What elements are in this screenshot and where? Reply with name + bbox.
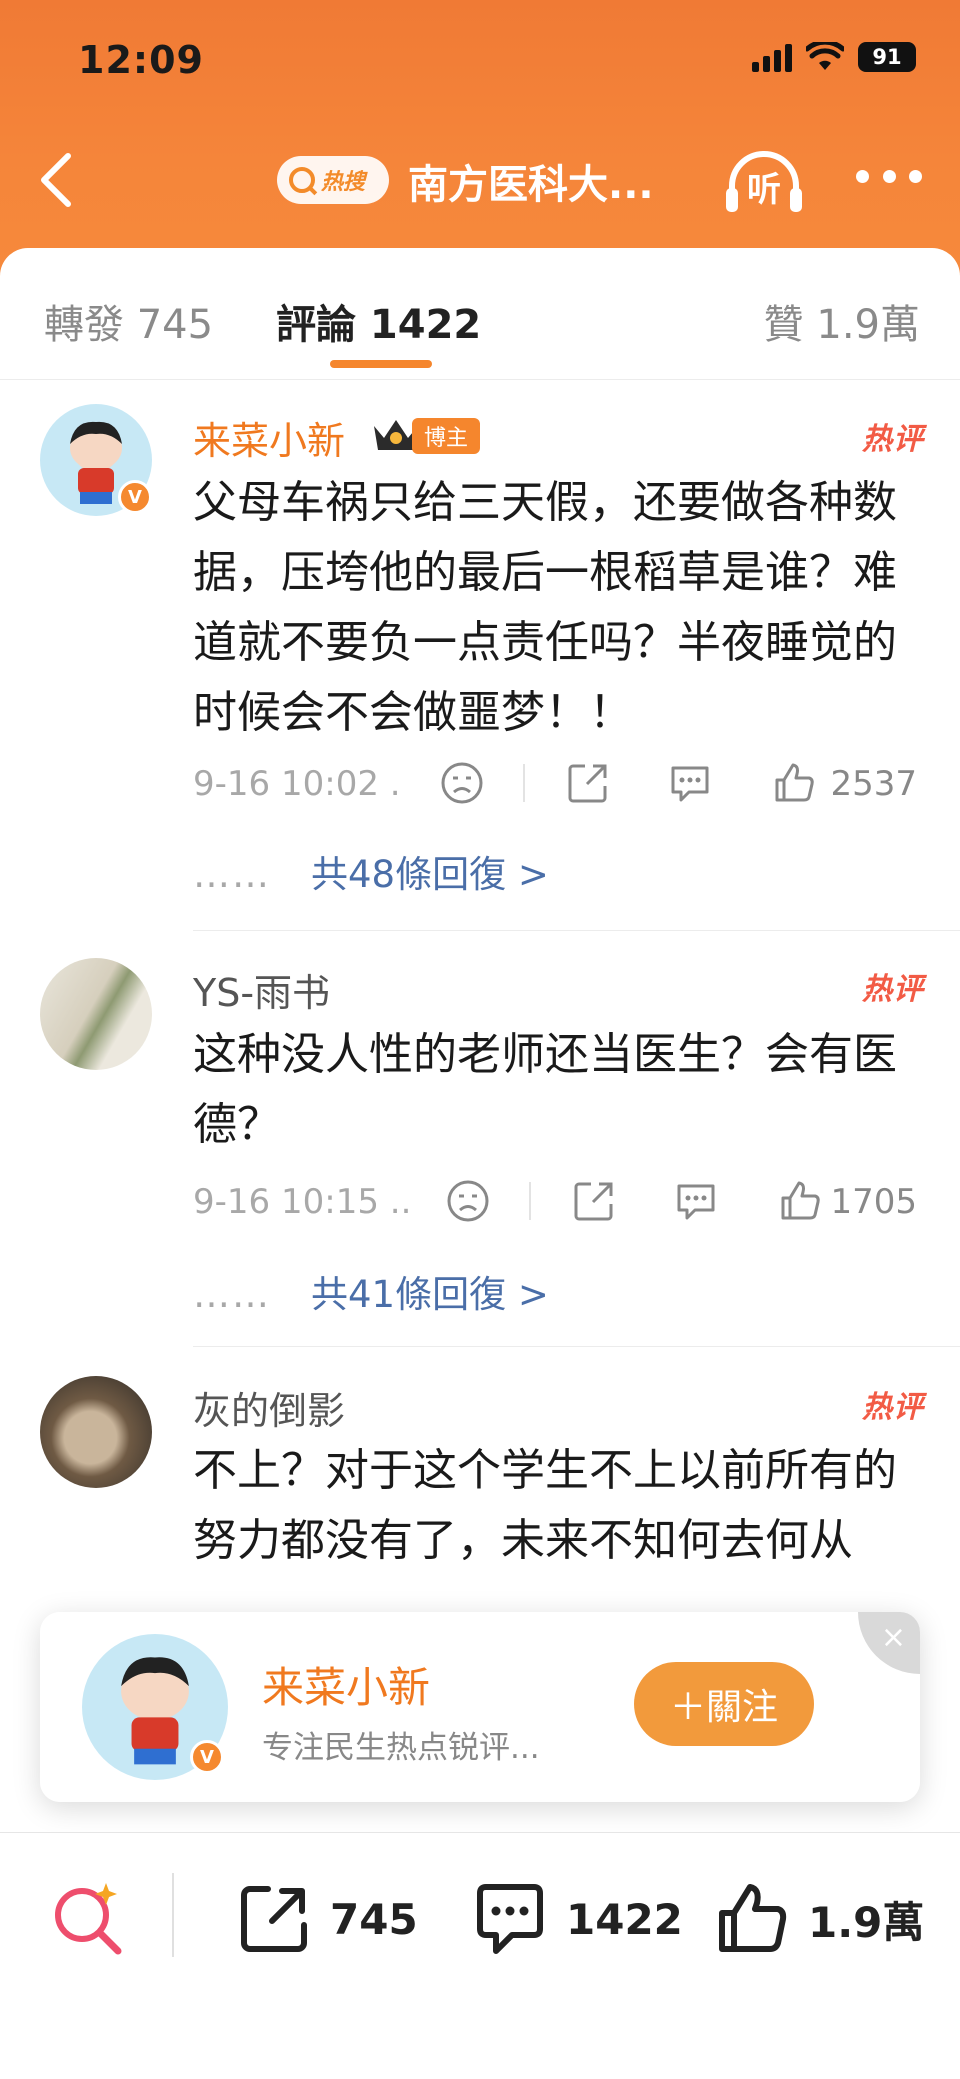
- thumbs-up-icon[interactable]: [771, 760, 817, 806]
- wifi-icon: [806, 42, 844, 70]
- avatar[interactable]: [40, 1376, 152, 1488]
- view-replies-link[interactable]: …… 共41條回復 >: [193, 1264, 549, 1318]
- hot-comment-tag: 热评: [862, 1390, 924, 1425]
- page-title[interactable]: 南方医科大...: [408, 152, 654, 210]
- close-icon[interactable]: ×: [858, 1612, 920, 1674]
- dislike-face-icon[interactable]: [445, 1178, 491, 1224]
- avatar[interactable]: [40, 958, 152, 1070]
- comment-meta: 9-16 10:15 .. 1705: [193, 1172, 923, 1232]
- comment-separator: [193, 1346, 960, 1347]
- comment-meta: 9-16 10:02 . 2537: [193, 754, 923, 814]
- like-count: 2537: [830, 764, 917, 804]
- divider: [523, 764, 525, 802]
- nav-bar: 热搜 南方医科大... 听: [0, 138, 960, 220]
- active-tab-indicator: [330, 360, 432, 368]
- divider: [529, 1182, 531, 1220]
- follow-suggestion-popup: V 来菜小新 专注民生热点锐评... ＋關注 ×: [40, 1612, 920, 1802]
- hot-search-badge[interactable]: 热搜: [277, 156, 389, 204]
- reply-bubble-icon[interactable]: [673, 1178, 719, 1224]
- divider: [172, 1873, 174, 1957]
- replies-label: 共48條回復 >: [311, 853, 549, 896]
- comment-bubble-icon: [477, 1884, 543, 1954]
- comment-time: 9-16 10:15 ..: [193, 1182, 412, 1222]
- like-count: 1705: [830, 1182, 917, 1222]
- tab-likes[interactable]: 贊 1.9萬: [764, 292, 920, 350]
- reply-dots: ……: [193, 1273, 271, 1316]
- comment-username[interactable]: 灰的倒影: [193, 1380, 345, 1435]
- comment-text: 父母车祸只给三天假，还要做各种数据，压垮他的最后一根稻草是谁？难道就不要负一点责…: [193, 477, 897, 738]
- status-icons: 91: [752, 42, 916, 72]
- blogger-tag: 博主: [412, 418, 481, 454]
- share-icon[interactable]: [571, 1178, 617, 1224]
- back-arrow-icon[interactable]: [34, 150, 84, 210]
- like-count: 1.9萬: [808, 1897, 925, 1947]
- comment-count: 1422: [566, 1894, 683, 1944]
- more-options-icon[interactable]: [856, 170, 922, 186]
- search-sparkle-icon[interactable]: [48, 1877, 128, 1957]
- header: 12:09 91 热搜 南方医科大... 听: [0, 0, 960, 290]
- cellular-signal-icon: [752, 42, 792, 72]
- popup-description: 专注民生热点锐评...: [262, 1730, 540, 1766]
- verified-badge: V: [118, 480, 152, 514]
- thumbs-up-icon: [719, 1884, 787, 1952]
- tab-comments[interactable]: 評論 1422: [276, 292, 481, 350]
- repost-count: 745: [330, 1894, 418, 1944]
- bottom-action-bar: 745 1422 1.9萬: [0, 1832, 960, 2079]
- follow-button[interactable]: ＋關注: [634, 1662, 814, 1746]
- hot-comment-tag: 热评: [862, 422, 924, 457]
- hot-comment-tag: 热评: [862, 972, 924, 1007]
- reply-dots: ……: [193, 853, 271, 896]
- view-replies-link[interactable]: …… 共48條回復 >: [193, 844, 549, 898]
- comment-username[interactable]: 来菜小新: [193, 410, 345, 465]
- search-icon: [289, 167, 315, 193]
- reply-bubble-icon[interactable]: [667, 760, 713, 806]
- status-time: 12:09: [78, 38, 204, 82]
- listen-headphones-icon[interactable]: 听: [722, 146, 806, 216]
- comment-time: 9-16 10:02 .: [193, 764, 401, 804]
- dislike-face-icon[interactable]: [439, 760, 485, 806]
- replies-label: 共41條回復 >: [311, 1273, 549, 1316]
- tab-reposts[interactable]: 轉發 745: [44, 292, 213, 350]
- comment-text: 这种没人性的老师还当医生？会有医德？: [193, 1029, 897, 1150]
- thumbs-up-icon[interactable]: [777, 1178, 823, 1224]
- like-button[interactable]: 1.9萬: [714, 1881, 924, 1957]
- verified-badge: V: [190, 1740, 224, 1774]
- share-icon[interactable]: [565, 760, 611, 806]
- comment-username[interactable]: YS-雨书: [193, 962, 330, 1017]
- share-icon: [241, 1886, 307, 1952]
- repost-button[interactable]: 745: [236, 1881, 418, 1957]
- hot-search-label: 热搜: [321, 170, 366, 195]
- tab-bar: 轉發 745 評論 1422 贊 1.9萬: [0, 248, 960, 380]
- listen-label: 听: [747, 170, 781, 210]
- popup-username[interactable]: 来菜小新: [262, 1654, 430, 1715]
- battery-indicator: 91: [858, 42, 916, 72]
- comment-button[interactable]: 1422: [472, 1881, 683, 1957]
- comment-separator: [193, 930, 960, 931]
